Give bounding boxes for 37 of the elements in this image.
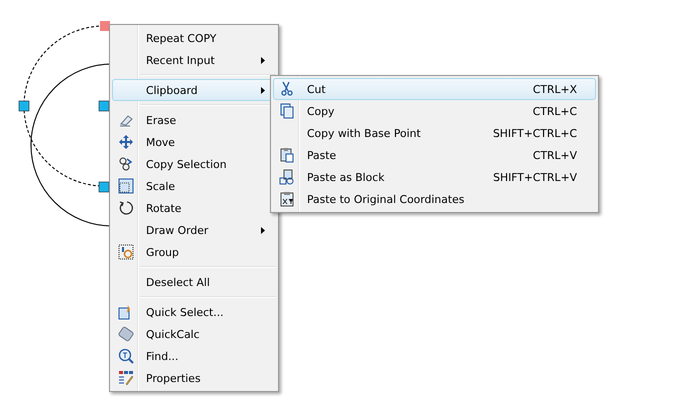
grip-handle[interactable] <box>98 100 110 112</box>
move-icon <box>118 134 134 150</box>
menu-item[interactable]: Paste to Original Coordinates <box>273 188 596 210</box>
menu-item[interactable]: Copy with Base Point SHIFT+CTRL+C <box>273 122 596 144</box>
grip-handle[interactable] <box>98 182 110 192</box>
copy-icon <box>279 103 295 119</box>
paste-block-icon <box>279 169 295 185</box>
grip-handle[interactable] <box>18 100 30 112</box>
menu-item[interactable]: Copy Selection <box>112 153 276 175</box>
menu-item[interactable]: Deselect All <box>112 271 276 293</box>
grip-handle[interactable] <box>100 21 110 31</box>
paste-icon <box>279 147 295 163</box>
menu-item[interactable]: Paste CTRL+V <box>273 144 596 166</box>
scissors-icon <box>279 81 295 97</box>
menu-item[interactable]: Find... <box>112 345 276 367</box>
menu-item[interactable]: Scale <box>112 175 276 197</box>
rotate-icon <box>118 200 134 216</box>
menu-item[interactable]: Quick Select... <box>112 301 276 323</box>
menu-item[interactable]: Cut CTRL+X <box>273 78 596 100</box>
menu-item[interactable]: Properties <box>112 367 276 389</box>
menu-item[interactable]: Paste as Block SHIFT+CTRL+V <box>273 166 596 188</box>
menu-item[interactable]: Copy CTRL+C <box>273 100 596 122</box>
group-icon <box>118 244 134 260</box>
properties-icon <box>118 370 134 386</box>
find-icon <box>118 348 134 364</box>
menu-item[interactable]: Recent Input <box>112 49 276 71</box>
menu-item[interactable]: Draw Order <box>112 219 276 241</box>
menu-item[interactable]: Move <box>112 131 276 153</box>
menu-item[interactable]: Group <box>112 241 276 263</box>
menu-item[interactable]: Rotate <box>112 197 276 219</box>
menu-item[interactable]: QuickCalc <box>112 323 276 345</box>
menu-item[interactable]: Repeat COPY <box>112 27 276 49</box>
menu-item[interactable]: Erase <box>112 109 276 131</box>
calculator-icon <box>118 326 134 342</box>
copy-circles-icon <box>118 156 134 172</box>
scale-icon <box>118 178 134 194</box>
paste-coordinates-icon <box>279 191 295 207</box>
